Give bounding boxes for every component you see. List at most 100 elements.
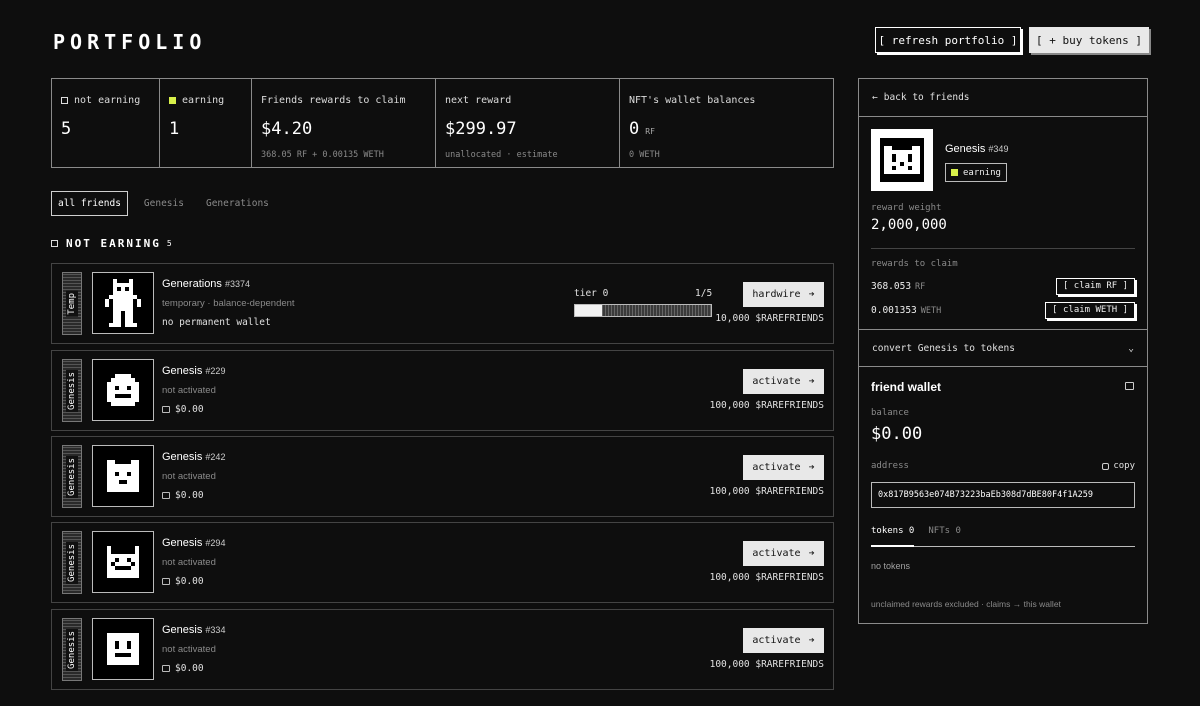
stat-value: $4.20 xyxy=(261,119,313,139)
wallet-balance-value: $0.00 xyxy=(175,576,204,587)
arrow-right-icon: ➔ xyxy=(808,635,815,646)
back-to-friends-button[interactable]: ← back to friends xyxy=(859,79,1147,117)
empty-tokens-message: no tokens xyxy=(871,561,911,571)
arrow-right-icon: ➔ xyxy=(808,548,815,559)
balance-value: $0.00 xyxy=(871,424,923,444)
tab-nfts[interactable]: NFTs 0 xyxy=(928,526,961,546)
nft-collection: Generations xyxy=(162,278,222,290)
tier-label: tier 0 xyxy=(574,288,609,299)
robot-avatar-icon xyxy=(105,279,141,327)
wallet-balance-value: $0.00 xyxy=(175,404,204,415)
wallet-note: no permanent wallet xyxy=(162,317,271,328)
stat-value: $299.97 xyxy=(445,119,517,139)
wallet-balance: $0.00 xyxy=(162,663,204,674)
nft-status: not activated xyxy=(162,471,216,482)
activate-button[interactable]: activate ➔ xyxy=(743,455,824,480)
friend-row[interactable]: Temp Generations #3374 temporary · balan… xyxy=(51,263,834,344)
token-amount: 10,000 $RAREFRIENDS xyxy=(715,313,824,324)
nft-name: Genesis #242 xyxy=(162,451,225,463)
nft-collection: Genesis xyxy=(162,624,203,636)
pixel-face-icon xyxy=(880,138,924,182)
token-amount: 100,000 $RAREFRIENDS xyxy=(709,486,824,497)
activate-button[interactable]: activate ➔ xyxy=(743,541,824,566)
copy-address-button[interactable]: copy xyxy=(1102,461,1135,471)
buy-tokens-button[interactable]: [ + buy tokens ] xyxy=(1029,27,1149,53)
tab-genesis[interactable]: Genesis xyxy=(138,191,190,216)
nft-avatar xyxy=(92,359,154,421)
friend-wallet-title: friend wallet xyxy=(871,380,942,394)
nft-collection: Genesis xyxy=(162,365,203,377)
nft-avatar xyxy=(92,272,154,334)
stat-value: 0 xyxy=(629,119,640,139)
square-icon xyxy=(51,240,58,247)
nft-number: #294 xyxy=(205,538,226,548)
stat-label: not earning xyxy=(74,95,141,106)
active-square-icon xyxy=(951,169,958,176)
wallet-footnote: unclaimed rewards excluded · claims → th… xyxy=(871,599,1061,609)
hardwire-button[interactable]: hardwire ➔ xyxy=(743,282,824,307)
type-tag-label: Genesis xyxy=(66,628,78,671)
nft-avatar xyxy=(92,531,154,593)
wallet-tabs: tokens 0 NFTs 0 xyxy=(871,526,1135,547)
activate-button[interactable]: activate ➔ xyxy=(743,628,824,653)
wallet-icon xyxy=(162,665,170,672)
wallet-icon xyxy=(162,578,170,585)
activate-button[interactable]: activate ➔ xyxy=(743,369,824,394)
rf-amount: 368.053 xyxy=(871,280,912,292)
friend-row[interactable]: Genesis Genesis #294 not activated $0.00… xyxy=(51,522,834,603)
status-badge-label: earning xyxy=(963,167,1001,178)
cat-face-icon xyxy=(107,546,139,578)
chevron-down-icon: ⌄ xyxy=(1128,342,1134,354)
friend-row[interactable]: Genesis Genesis #334 not activated $0.00… xyxy=(51,609,834,690)
arrow-right-icon: ➔ xyxy=(808,462,815,473)
blob-face-icon xyxy=(107,374,139,406)
wallet-balance: $0.00 xyxy=(162,576,204,587)
back-label: back to friends xyxy=(883,92,970,103)
stat-label: Friends rewards to claim xyxy=(261,95,406,106)
friend-row[interactable]: Genesis Genesis #229 not activated $0.00… xyxy=(51,350,834,431)
section-count: 5 xyxy=(166,239,172,248)
wallet-address-field[interactable]: 0x817B9563e074B73223baEb308d7dBE80F4f1A2… xyxy=(871,482,1135,508)
nft-name: Genesis #229 xyxy=(162,365,225,377)
status-badge: earning xyxy=(945,163,1007,182)
weth-unit: WETH xyxy=(920,305,942,316)
friend-row[interactable]: Genesis Genesis #242 not activated $0.00… xyxy=(51,436,834,517)
tab-generations[interactable]: Generations xyxy=(200,191,275,216)
rf-unit: RF xyxy=(915,281,926,292)
weth-reward-row: 0.001353 WETH [ claim WETH ] xyxy=(871,300,1135,320)
stat-sub: 368.05 RF + 0.00135 WETH xyxy=(261,150,384,160)
claim-weth-button[interactable]: [ claim WETH ] xyxy=(1045,301,1135,319)
button-label: activate xyxy=(752,376,801,387)
arrow-left-icon: ← xyxy=(872,92,878,103)
stat-wallet-balances: NFT's wallet balances 0 RF 0 WETH xyxy=(620,79,833,167)
nft-status: not activated xyxy=(162,557,216,568)
nft-name: Genesis #349 xyxy=(945,143,1008,155)
nft-number: #229 xyxy=(205,366,226,376)
nft-status: not activated xyxy=(162,385,216,396)
button-label: activate xyxy=(752,462,801,473)
divider xyxy=(871,248,1135,249)
tab-all-friends[interactable]: all friends xyxy=(51,191,128,216)
arrow-right-icon: ➔ xyxy=(808,289,815,300)
stat-earning: earning 1 xyxy=(160,79,252,167)
tier-progress-fill xyxy=(575,305,603,316)
tab-tokens[interactable]: tokens 0 xyxy=(871,526,915,547)
square-face-icon xyxy=(107,633,139,665)
nft-status: temporary · balance-dependent xyxy=(162,298,295,309)
convert-to-tokens-toggle[interactable]: convert Genesis to tokens ⌄ xyxy=(859,329,1147,367)
stat-value: 1 xyxy=(169,119,180,139)
refresh-portfolio-button[interactable]: [ refresh portfolio ] xyxy=(875,27,1021,53)
button-label: activate xyxy=(752,548,801,559)
rf-reward-row: 368.053 RF [ claim RF ] xyxy=(871,276,1135,296)
wallet-balance: $0.00 xyxy=(162,404,204,415)
detail-panel: ← back to friends Genesis #349 earning re… xyxy=(858,78,1148,624)
stat-sub: 0 WETH xyxy=(629,150,660,160)
type-tag-label: Genesis xyxy=(66,455,78,498)
type-tag: Genesis xyxy=(62,445,82,508)
claim-rf-button[interactable]: [ claim RF ] xyxy=(1055,277,1135,295)
token-amount: 100,000 $RAREFRIENDS xyxy=(709,400,824,411)
square-icon xyxy=(61,97,68,104)
stat-label: earning xyxy=(182,95,225,106)
wallet-balance: $0.00 xyxy=(162,490,204,501)
type-tag: Genesis xyxy=(62,531,82,594)
